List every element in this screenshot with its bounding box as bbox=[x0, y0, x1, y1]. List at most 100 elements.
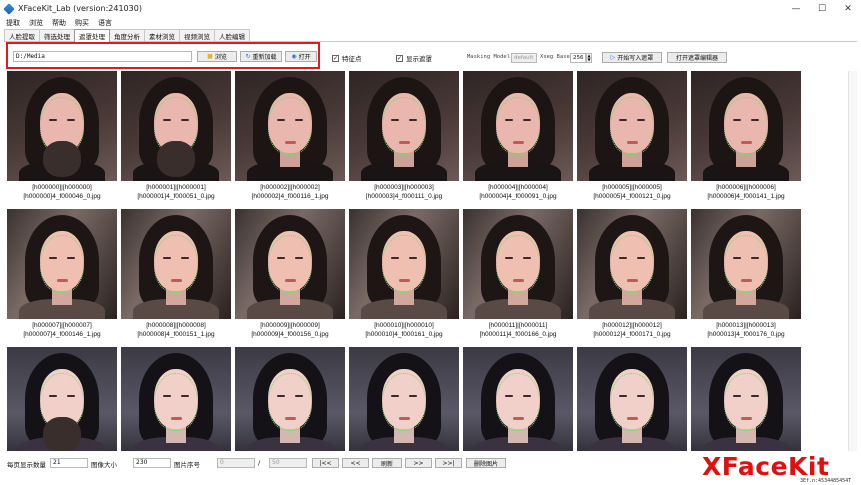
landmark-outline bbox=[610, 373, 654, 431]
feature-points-checkbox[interactable]: ✓ 特征点 bbox=[332, 53, 362, 63]
face-thumbnail bbox=[349, 209, 459, 319]
image-caption-id: [h000011]|[h000011] bbox=[488, 322, 548, 329]
show-mask-label: 显示遮罩 bbox=[406, 55, 432, 63]
menu-language[interactable]: 语言 bbox=[98, 18, 112, 28]
refresh-icon: ↻ bbox=[245, 53, 251, 60]
face-thumbnail bbox=[235, 71, 345, 181]
image-caption-id: [h000008]|[h000008] bbox=[146, 322, 206, 329]
browse-button[interactable]: ■ 浏览 bbox=[197, 51, 237, 62]
masking-model-field[interactable]: default bbox=[511, 53, 537, 63]
menu-help[interactable]: 帮助 bbox=[52, 18, 66, 28]
image-caption-filename: [h000004]4_f000091_0.jpg bbox=[479, 193, 557, 200]
gallery-item[interactable]: [h000003]|[h000003] [h000003]4_f000111_0.… bbox=[349, 71, 459, 201]
tab-angle-analysis[interactable]: 角度分析 bbox=[109, 29, 145, 41]
gallery-item[interactable] bbox=[7, 347, 117, 451]
gallery-item[interactable]: [h000000]|[h000000] [h000000]4_f000046_0.… bbox=[7, 71, 117, 201]
landmark-outline bbox=[496, 235, 540, 293]
image-caption-filename: [h000011]4_f000166_0.jpg bbox=[479, 331, 557, 338]
minimize-button[interactable]: — bbox=[783, 0, 809, 17]
gallery-item[interactable]: [h000008]|[h000008] [h000008]4_f000151_1.… bbox=[121, 209, 231, 339]
start-write-mask-button[interactable]: ▷ 开始写入遮罩 bbox=[602, 52, 662, 63]
landmark-outline bbox=[382, 373, 426, 431]
tab-filter-process[interactable]: 筛选处理 bbox=[39, 29, 75, 41]
gallery-item[interactable]: [h000004]|[h000004] [h000004]4_f000091_0.… bbox=[463, 71, 573, 201]
gallery-item[interactable]: [h000009]|[h000009] [h000009]4_f000156_0.… bbox=[235, 209, 345, 339]
face-thumbnail bbox=[7, 71, 117, 181]
image-caption-filename: [h000002]4_f000116_1.jpg bbox=[251, 193, 329, 200]
xseg-base-label: Xseg Base bbox=[540, 54, 570, 60]
gallery-item[interactable] bbox=[349, 347, 459, 451]
gallery-item[interactable]: [h000012]|[h000012] [h000012]4_f000171_0.… bbox=[577, 209, 687, 339]
gallery-scrollbar[interactable] bbox=[848, 71, 857, 451]
window-title: XFaceKit_Lab (version:241030) bbox=[18, 4, 142, 13]
image-caption-filename: [h000003]4_f000111_0.jpg bbox=[365, 193, 443, 200]
title-bar: XFaceKit_Lab (version:241030) — ☐ ✕ bbox=[0, 0, 861, 17]
menu-purchase[interactable]: 购买 bbox=[75, 18, 89, 28]
play-icon: ▷ bbox=[610, 54, 616, 61]
per-page-input[interactable]: 21 bbox=[50, 458, 88, 468]
close-button[interactable]: ✕ bbox=[835, 0, 861, 17]
open-mask-editor-button[interactable]: 打开遮罩编辑器 bbox=[667, 52, 727, 63]
image-caption-id: [h000010]|[h000010] bbox=[374, 322, 434, 329]
image-caption-id: [h000004]|[h000004] bbox=[488, 184, 548, 191]
image-caption-filename: [h000005]4_f000121_0.jpg bbox=[593, 193, 671, 200]
gallery-item[interactable]: [h000010]|[h000010] [h000010]4_f000161_0.… bbox=[349, 209, 459, 339]
menu-browse[interactable]: 浏览 bbox=[29, 18, 43, 28]
start-write-mask-label: 开始写入遮罩 bbox=[617, 55, 654, 62]
image-size-input[interactable]: 230 bbox=[133, 458, 171, 468]
face-thumbnail bbox=[121, 347, 231, 451]
tab-panel-border bbox=[4, 41, 857, 42]
gallery-item[interactable]: [h000006]|[h000006] [h000006]4_f000141_1.… bbox=[691, 71, 801, 201]
gallery-item[interactable]: [h000002]|[h000002] [h000002]4_f000116_1.… bbox=[235, 71, 345, 201]
image-index-input[interactable]: 0 bbox=[217, 458, 255, 468]
gallery-item[interactable] bbox=[463, 347, 573, 451]
image-caption-id: [h000009]|[h000009] bbox=[260, 322, 320, 329]
tab-bar: 人脸提取 筛选处理 遮罩处理 角度分析 素材浏览 视频浏览 人脸编辑 bbox=[4, 29, 250, 42]
landmark-outline bbox=[154, 373, 198, 431]
gallery-item[interactable]: [h000001]|[h000001] [h000001]4_f000051_0.… bbox=[121, 71, 231, 201]
show-mask-checkmark-icon: ✓ bbox=[396, 54, 403, 62]
brand-watermark: XFaceKit bbox=[702, 452, 830, 481]
refresh-button[interactable]: 刷新 bbox=[372, 458, 402, 468]
tab-face-edit[interactable]: 人脸编辑 bbox=[214, 29, 250, 41]
image-caption-filename: [h000010]4_f000161_0.jpg bbox=[365, 331, 443, 338]
tab-video-browse[interactable]: 视频浏览 bbox=[179, 29, 215, 41]
gallery-item[interactable] bbox=[577, 347, 687, 451]
image-index-label: 图片序号 bbox=[174, 461, 200, 469]
xseg-base-field[interactable]: 256 bbox=[570, 53, 586, 63]
delete-image-button[interactable]: 删除图片 bbox=[466, 458, 506, 468]
gallery-item[interactable]: [h000011]|[h000011] [h000011]4_f000166_0.… bbox=[463, 209, 573, 339]
prev-page-button[interactable]: << bbox=[342, 458, 369, 468]
open-button[interactable]: ◉ 打开 bbox=[285, 51, 317, 62]
image-caption-id: [h000002]|[h000002] bbox=[260, 184, 320, 191]
gallery-item[interactable]: [h000013]|[h000013] [h000013]4_f000176_0.… bbox=[691, 209, 801, 339]
xseg-base-stepper[interactable]: ▲ ▼ bbox=[586, 53, 592, 63]
face-thumbnail bbox=[349, 347, 459, 451]
gallery-item[interactable]: [h000005]|[h000005] [h000005]4_f000121_0.… bbox=[577, 71, 687, 201]
gallery-item[interactable] bbox=[235, 347, 345, 451]
next-page-button[interactable]: >> bbox=[405, 458, 432, 468]
menu-extract[interactable]: 提取 bbox=[6, 18, 20, 28]
app-logo-icon bbox=[4, 4, 14, 14]
show-mask-checkbox[interactable]: ✓ 显示遮罩 bbox=[396, 53, 432, 63]
landmark-outline bbox=[724, 97, 768, 155]
first-page-button[interactable]: |<< bbox=[312, 458, 339, 468]
folder-icon: ■ bbox=[207, 53, 213, 60]
tab-material-browse[interactable]: 素材浏览 bbox=[144, 29, 180, 41]
tab-mask-process[interactable]: 遮罩处理 bbox=[74, 29, 110, 42]
path-input[interactable]: D:/Media bbox=[13, 51, 192, 62]
last-page-button[interactable]: >>| bbox=[435, 458, 462, 468]
maximize-button[interactable]: ☐ bbox=[809, 0, 835, 17]
hand-shape bbox=[157, 141, 195, 177]
menu-bar: 提取 浏览 帮助 购买 语言 bbox=[0, 17, 861, 28]
tab-face-extract[interactable]: 人脸提取 bbox=[4, 29, 40, 41]
reload-button[interactable]: ↻ 重新加载 bbox=[240, 51, 282, 62]
index-separator: / bbox=[258, 459, 261, 467]
gallery-item[interactable] bbox=[121, 347, 231, 451]
masking-model-label: Masking Model bbox=[467, 54, 511, 60]
image-caption-id: [h000000]|[h000000] bbox=[32, 184, 92, 191]
image-caption-filename: [h000009]4_f000156_0.jpg bbox=[251, 331, 329, 338]
image-size-label: 图像大小 bbox=[91, 461, 117, 469]
gallery-item[interactable] bbox=[691, 347, 801, 451]
gallery-item[interactable]: [h000007]|[h000007] [h000007]4_f000146_1.… bbox=[7, 209, 117, 339]
